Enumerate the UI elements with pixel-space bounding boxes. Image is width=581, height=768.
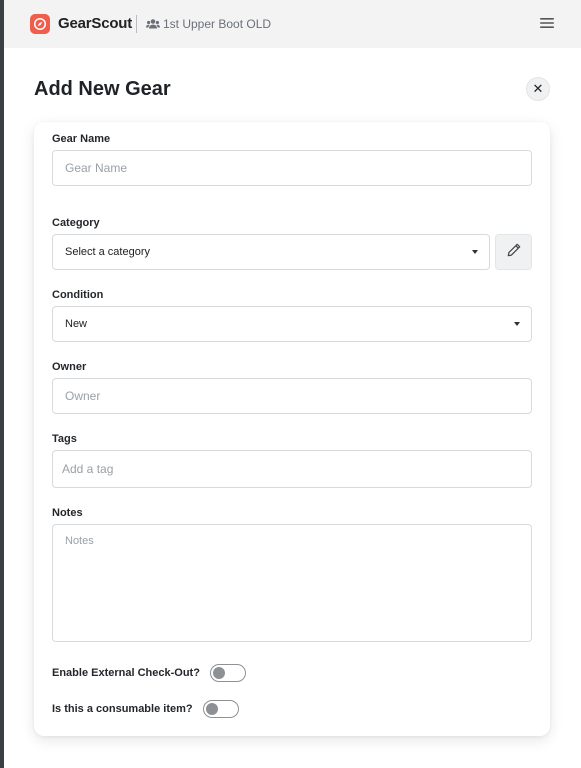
notes-label: Notes	[52, 507, 83, 519]
gear-name-input[interactable]	[52, 150, 532, 186]
consumable-label: Is this a consumable item?	[52, 703, 193, 715]
close-button[interactable]: ✕	[526, 77, 550, 101]
tags-input[interactable]	[52, 450, 532, 488]
chevron-down-icon	[472, 250, 478, 254]
condition-select[interactable]: New	[52, 306, 532, 342]
users-icon	[145, 16, 161, 32]
external-checkout-label: Enable External Check-Out?	[52, 667, 200, 679]
app-frame: GearScout 1st Upper Boot OLD Add New Gea…	[4, 0, 581, 768]
add-gear-form: Gear Name Category Select a category Con…	[34, 122, 550, 736]
consumable-row: Is this a consumable item?	[52, 700, 239, 718]
tags-label: Tags	[52, 433, 77, 445]
header-divider	[136, 15, 137, 33]
category-label: Category	[52, 217, 100, 229]
category-selected-value: Select a category	[65, 246, 150, 258]
consumable-toggle[interactable]	[202, 700, 239, 718]
toggle-knob	[212, 667, 225, 679]
compass-icon[interactable]	[30, 14, 50, 34]
close-icon: ✕	[532, 81, 544, 96]
team-name[interactable]: 1st Upper Boot OLD	[163, 17, 271, 31]
brand-name[interactable]: GearScout	[58, 15, 132, 32]
pencil-icon	[506, 242, 522, 263]
page-title: Add New Gear	[34, 78, 171, 100]
edit-category-button[interactable]	[495, 234, 532, 270]
notes-textarea[interactable]	[52, 524, 532, 642]
top-bar: GearScout 1st Upper Boot OLD	[4, 0, 581, 48]
category-select[interactable]: Select a category	[52, 234, 490, 270]
owner-label: Owner	[52, 361, 87, 373]
toggle-knob	[205, 703, 218, 715]
owner-input[interactable]	[52, 378, 532, 414]
condition-selected-value: New	[65, 318, 88, 330]
condition-label: Condition	[52, 289, 104, 301]
external-checkout-row: Enable External Check-Out?	[52, 664, 246, 682]
gear-name-label: Gear Name	[52, 133, 111, 145]
chevron-down-icon	[514, 322, 520, 326]
hamburger-menu-icon[interactable]	[539, 15, 555, 31]
external-checkout-toggle[interactable]	[209, 664, 246, 682]
